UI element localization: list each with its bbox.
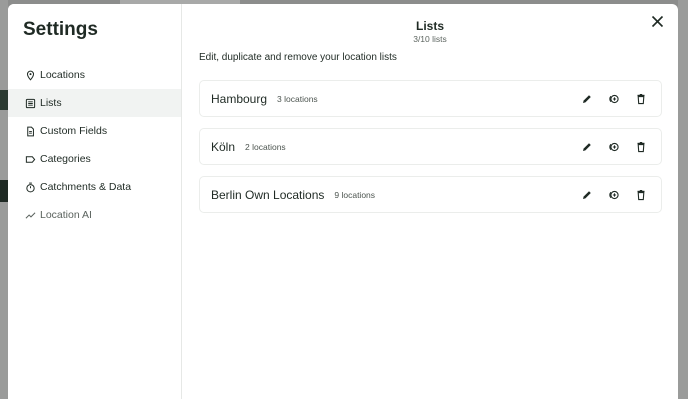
page-title: Lists: [415, 19, 444, 33]
list-actions: [567, 140, 648, 154]
tag-icon: [24, 153, 36, 165]
settings-nav: Locations Lists Custom Fields Categories: [8, 61, 181, 229]
sidebar-item-label: Categories: [40, 153, 91, 165]
background-tab: [0, 180, 8, 202]
sidebar-item-label: Catchments & Data: [40, 181, 132, 193]
background-marker: [0, 90, 8, 110]
lists-panel: Lists 3/10 lists Edit, duplicate and rem…: [182, 4, 678, 399]
background-right-strip: [678, 0, 688, 399]
pencil-icon: [583, 142, 591, 151]
pencil-icon: [583, 94, 591, 103]
trend-icon: [24, 209, 36, 221]
close-icon: [651, 15, 664, 33]
edit-button[interactable]: [580, 188, 594, 202]
list-name: Berlin Own Locations: [211, 187, 325, 202]
list-location-count: 2 locations: [245, 141, 286, 152]
sidebar-item-locations[interactable]: Locations: [8, 61, 181, 89]
list-item: Berlin Own Locations 9 locations: [199, 176, 662, 213]
location-lists: Hambourg 3 locations Köln 2 locations Be…: [199, 80, 662, 224]
list-location-count: 9 locations: [334, 189, 376, 200]
delete-button[interactable]: [634, 188, 648, 202]
sidebar-item-label: Custom Fields: [40, 125, 108, 137]
list-icon: [24, 97, 36, 109]
list-actions: [567, 188, 648, 202]
duplicate-button[interactable]: [607, 188, 621, 202]
duplicate-icon: [609, 190, 619, 199]
sidebar-item-catchments-data[interactable]: Catchments & Data: [8, 173, 181, 201]
sidebar-item-label: Lists: [40, 97, 62, 109]
sidebar-item-categories[interactable]: Categories: [8, 145, 181, 173]
sidebar-item-location-ai[interactable]: Location AI: [8, 201, 181, 229]
stopwatch-icon: [24, 181, 36, 193]
duplicate-icon: [609, 142, 619, 151]
list-name: Köln: [211, 139, 236, 154]
settings-title: Settings: [23, 19, 98, 40]
edit-button[interactable]: [580, 140, 594, 154]
list-location-count: 3 locations: [277, 93, 318, 104]
pencil-icon: [583, 190, 591, 199]
sidebar-item-label: Locations: [40, 69, 85, 81]
list-item: Hambourg 3 locations: [199, 80, 662, 117]
background-left-strip: [0, 0, 8, 399]
close-button[interactable]: [649, 15, 665, 33]
document-icon: [24, 125, 36, 137]
edit-button[interactable]: [580, 92, 594, 106]
delete-button[interactable]: [634, 140, 648, 154]
sidebar-item-custom-fields[interactable]: Custom Fields: [8, 117, 181, 145]
trash-icon: [637, 141, 645, 152]
duplicate-button[interactable]: [607, 92, 621, 106]
list-name: Hambourg: [211, 91, 268, 106]
list-item: Köln 2 locations: [199, 128, 662, 165]
trash-icon: [637, 189, 645, 200]
settings-modal: Settings Locations Lists Custom Fields C…: [8, 4, 678, 399]
settings-sidebar: Settings Locations Lists Custom Fields C…: [8, 4, 182, 399]
list-count-badge: 3/10 lists: [413, 34, 447, 44]
list-actions: [567, 92, 648, 106]
page-subtitle: Edit, duplicate and remove your location…: [199, 52, 397, 63]
trash-icon: [637, 93, 645, 104]
sidebar-item-lists[interactable]: Lists: [8, 89, 181, 117]
duplicate-button[interactable]: [607, 140, 621, 154]
pin-icon: [24, 69, 36, 81]
sidebar-item-label: Location AI: [40, 209, 92, 221]
delete-button[interactable]: [634, 92, 648, 106]
duplicate-icon: [609, 94, 619, 103]
